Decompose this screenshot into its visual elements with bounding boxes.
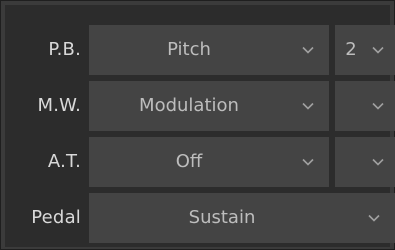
mod-wheel-destination-value: Modulation (139, 95, 239, 116)
pitch-bend-label: P.B. (48, 39, 81, 60)
aftertouch-secondary-value (335, 137, 367, 187)
aftertouch-destination-value: Off (175, 151, 203, 172)
chevron-down-icon (367, 193, 381, 243)
chevron-down-icon (371, 81, 385, 131)
mod-wheel-label: M.W. (37, 95, 81, 116)
controller-mapping-area: P.B. Pitch 2 M.W. Modulation A.T. Off Pe… (5, 5, 395, 247)
chevron-down-icon (301, 137, 315, 187)
row-aftertouch: A.T. Off (11, 137, 395, 187)
mod-wheel-secondary-select[interactable] (335, 81, 395, 131)
mod-wheel-secondary-value (335, 81, 367, 131)
row-pitch-bend: P.B. Pitch 2 (11, 25, 395, 75)
pedal-label: Pedal (31, 207, 81, 228)
aftertouch-label: A.T. (47, 151, 81, 172)
pedal-destination-select[interactable]: Sustain (89, 193, 395, 243)
aftertouch-secondary-select[interactable] (335, 137, 395, 187)
row-pedal: Pedal Sustain (11, 193, 395, 243)
pitch-bend-destination-value: Pitch (167, 39, 211, 60)
mod-wheel-destination-select[interactable]: Modulation (89, 81, 329, 131)
chevron-down-icon (301, 81, 315, 131)
chevron-down-icon (371, 25, 385, 75)
pedal-destination-value: Sustain (188, 207, 256, 228)
chevron-down-icon (301, 25, 315, 75)
chevron-down-icon (371, 137, 385, 187)
row-mod-wheel: M.W. Modulation (11, 81, 395, 131)
midi-controller-panel: P.B. Pitch 2 M.W. Modulation A.T. Off Pe… (0, 0, 395, 250)
pitch-bend-range-select[interactable]: 2 (335, 25, 395, 75)
pitch-bend-destination-select[interactable]: Pitch (89, 25, 329, 75)
aftertouch-destination-select[interactable]: Off (89, 137, 329, 187)
pitch-bend-range-value: 2 (345, 39, 357, 60)
